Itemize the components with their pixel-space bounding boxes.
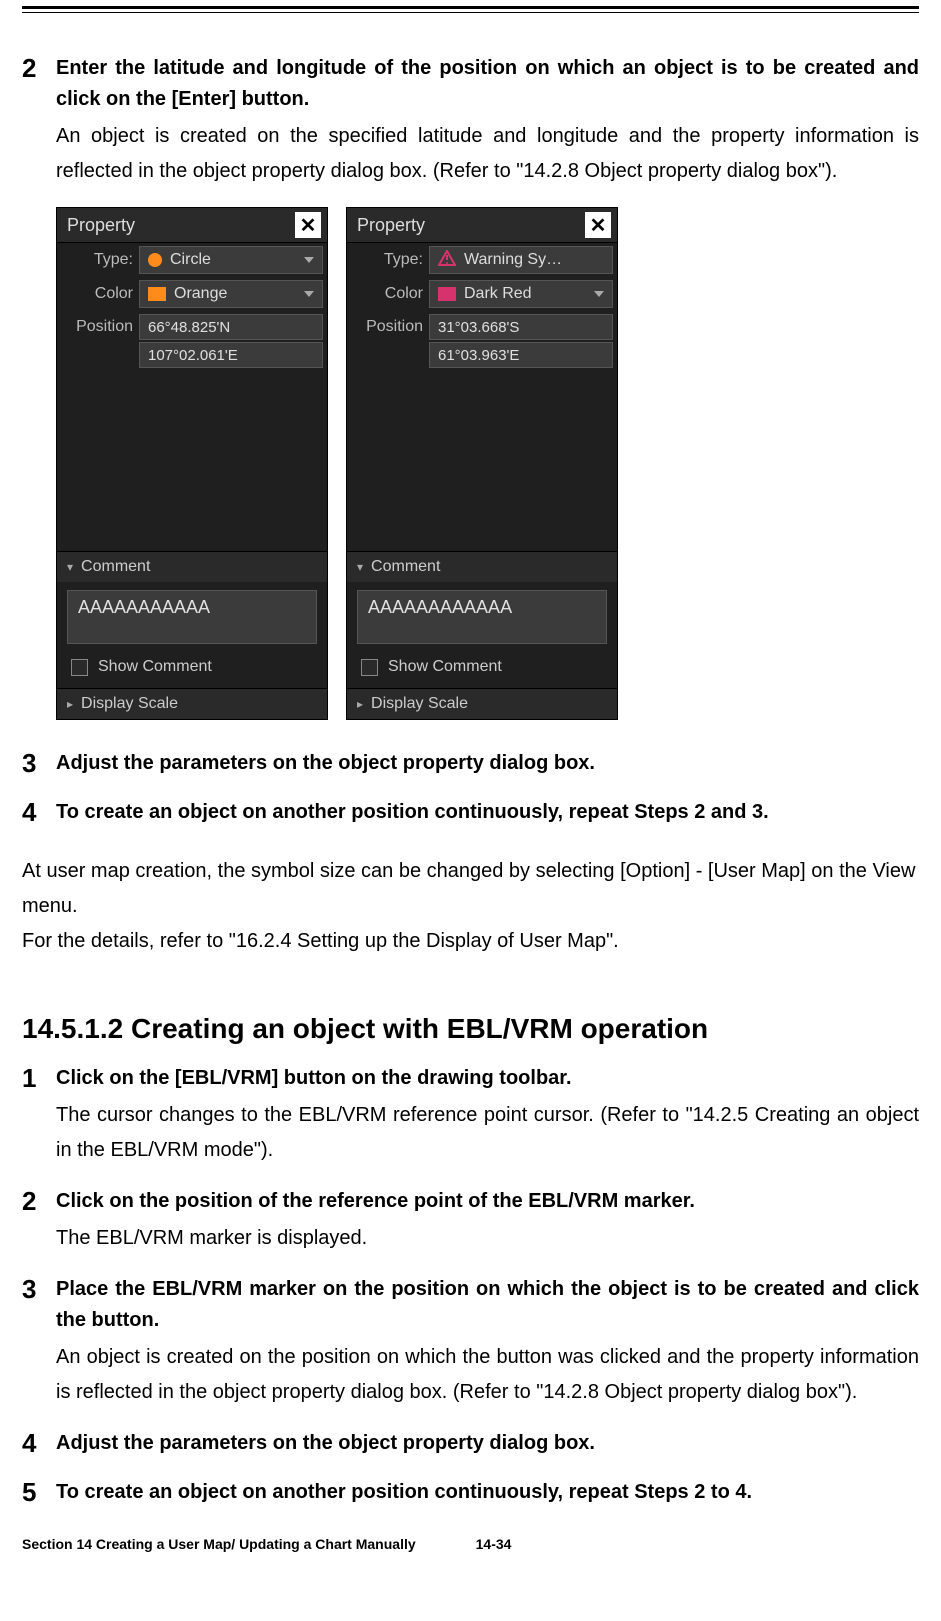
panel-title: Property: [357, 215, 425, 236]
circle-icon: [148, 253, 162, 267]
chevron-right-icon: ▸: [67, 697, 73, 711]
chevron-down-icon: ▾: [357, 560, 363, 574]
body-text: For the details, refer to "16.2.4 Settin…: [22, 924, 919, 959]
show-comment-checkbox[interactable]: Show Comment: [347, 652, 617, 688]
step-number: 4: [22, 1428, 56, 1458]
step-title: Adjust the parameters on the object prop…: [56, 1428, 919, 1459]
type-value: Circle: [170, 251, 211, 269]
step-title: Enter the latitude and longitude of the …: [56, 53, 919, 115]
color-swatch-icon: [148, 287, 166, 301]
color-swatch-icon: [438, 287, 456, 301]
comment-value: AAAAAAAAAAA: [78, 597, 210, 618]
comment-input[interactable]: AAAAAAAAAAA: [67, 590, 317, 644]
color-label: Color: [61, 285, 133, 303]
color-value: Orange: [174, 285, 227, 303]
display-scale-section-toggle[interactable]: ▸ Display Scale: [347, 688, 617, 719]
comment-value: AAAAAAAAAAAA: [368, 597, 512, 618]
step-number: 5: [22, 1477, 56, 1507]
longitude-field[interactable]: 61°03.963'E: [429, 342, 613, 368]
chevron-down-icon: [304, 257, 314, 263]
footer-page: 14-34: [476, 1536, 512, 1552]
step-desc: The cursor changes to the EBL/VRM refere…: [56, 1098, 919, 1168]
color-dropdown[interactable]: Dark Red: [429, 280, 613, 308]
chevron-right-icon: ▸: [357, 697, 363, 711]
close-icon[interactable]: ✕: [295, 212, 321, 238]
step-title: Adjust the parameters on the object prop…: [56, 748, 919, 779]
type-value: Warning Sy…: [464, 251, 562, 269]
type-label: Type:: [351, 251, 423, 269]
comment-section-toggle[interactable]: ▾ Comment: [347, 551, 617, 582]
chevron-down-icon: ▾: [67, 560, 73, 574]
step-desc: An object is created on the specified la…: [56, 119, 919, 189]
chevron-down-icon: [594, 291, 604, 297]
position-label: Position: [61, 314, 133, 336]
comment-section-label: Comment: [81, 558, 150, 576]
checkbox-icon: [361, 659, 378, 676]
step-title: To create an object on another position …: [56, 1477, 919, 1508]
footer-section: Section 14 Creating a User Map/ Updating…: [22, 1536, 416, 1552]
display-scale-label: Display Scale: [81, 695, 178, 713]
position-label: Position: [351, 314, 423, 336]
show-comment-label: Show Comment: [388, 658, 502, 676]
step-number: 1: [22, 1063, 56, 1093]
property-panels: Property ✕ Type: Circle Color Orange: [56, 207, 919, 720]
step-number: 4: [22, 797, 56, 827]
step-title: Click on the [EBL/VRM] button on the dra…: [56, 1063, 919, 1094]
step-desc: The EBL/VRM marker is displayed.: [56, 1221, 919, 1256]
latitude-field[interactable]: 66°48.825'N: [139, 314, 323, 340]
property-panel-warning: Property ✕ Type: Warning Sy… Color Dark …: [346, 207, 618, 720]
step-desc: An object is created on the position on …: [56, 1340, 919, 1410]
subsection-heading: 14.5.1.2 Creating an object with EBL/VRM…: [22, 1013, 919, 1045]
step-number: 3: [22, 748, 56, 778]
panel-title: Property: [67, 215, 135, 236]
type-label: Type:: [61, 251, 133, 269]
show-comment-label: Show Comment: [98, 658, 212, 676]
chevron-down-icon: [304, 291, 314, 297]
step-title: Click on the position of the reference p…: [56, 1186, 919, 1217]
step-number: 2: [22, 53, 56, 83]
color-value: Dark Red: [464, 285, 532, 303]
step-number: 3: [22, 1274, 56, 1304]
type-dropdown[interactable]: Circle: [139, 246, 323, 274]
display-scale-section-toggle[interactable]: ▸ Display Scale: [57, 688, 327, 719]
top-rule: [22, 6, 919, 13]
longitude-field[interactable]: 107°02.061'E: [139, 342, 323, 368]
body-text: At user map creation, the symbol size ca…: [22, 854, 919, 924]
property-panel-circle: Property ✕ Type: Circle Color Orange: [56, 207, 328, 720]
show-comment-checkbox[interactable]: Show Comment: [57, 652, 327, 688]
color-label: Color: [351, 285, 423, 303]
warning-triangle-icon: [438, 250, 456, 271]
comment-input[interactable]: AAAAAAAAAAAA: [357, 590, 607, 644]
type-dropdown[interactable]: Warning Sy…: [429, 246, 613, 274]
checkbox-icon: [71, 659, 88, 676]
latitude-field[interactable]: 31°03.668'S: [429, 314, 613, 340]
step-number: 2: [22, 1186, 56, 1216]
close-icon[interactable]: ✕: [585, 212, 611, 238]
step-title: To create an object on another position …: [56, 797, 919, 828]
color-dropdown[interactable]: Orange: [139, 280, 323, 308]
display-scale-label: Display Scale: [371, 695, 468, 713]
step-title: Place the EBL/VRM marker on the position…: [56, 1274, 919, 1336]
comment-section-toggle[interactable]: ▾ Comment: [57, 551, 327, 582]
comment-section-label: Comment: [371, 558, 440, 576]
